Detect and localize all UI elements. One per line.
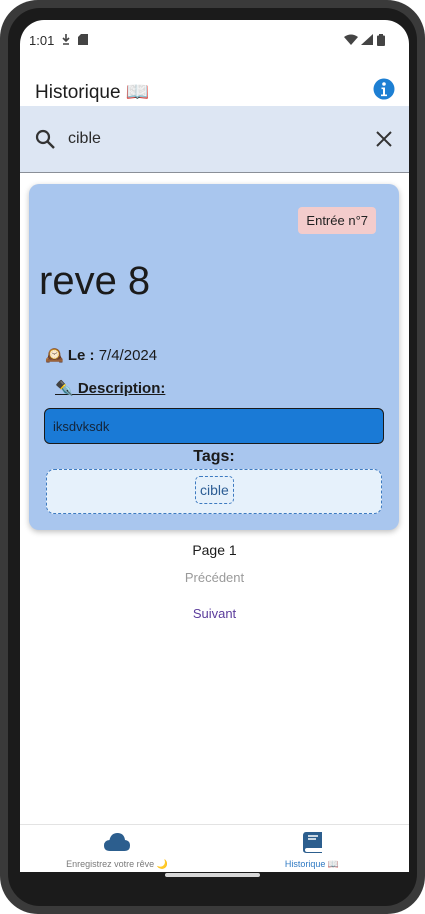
phone-bezel: 1:01 Historique 📖 cible Entrée n°7 reve …	[8, 8, 417, 906]
nav-tab-history[interactable]: Historique 📖	[215, 825, 409, 872]
nav-label-history: Historique 📖	[284, 859, 340, 869]
page-indicator: Page 1	[192, 542, 237, 558]
date-value: 7/4/2024	[98, 347, 158, 364]
tags-label: Tags:	[193, 448, 235, 465]
tag-chip[interactable]: cible	[195, 476, 234, 504]
page-title: Historique 📖	[35, 82, 150, 103]
date-row: 🕰️ Le : 7/4/2024	[45, 346, 157, 364]
wifi-icon	[344, 34, 358, 45]
tags-container: cible	[46, 469, 382, 514]
search-bar	[20, 106, 409, 173]
status-time: 1:01	[29, 33, 55, 48]
clock-icon: 🕰️	[45, 347, 64, 364]
download-icon	[62, 34, 70, 45]
next-button[interactable]: Suivant	[20, 606, 409, 621]
home-indicator[interactable]	[165, 873, 260, 877]
search-icon	[35, 129, 55, 149]
phone-frame: 1:01 Historique 📖 cible Entrée n°7 reve …	[0, 0, 425, 914]
dream-entry-card[interactable]: Entrée n°7 reve 8 🕰️ Le : 7/4/2024 ✒️ De…	[29, 184, 399, 530]
book-icon	[303, 832, 322, 853]
search-input[interactable]	[68, 126, 358, 152]
info-icon[interactable]	[373, 78, 395, 100]
cloud-icon	[104, 833, 130, 851]
bottom-navigation: Enregistrez votre rêve 🌙 Historique 📖	[20, 824, 409, 872]
description-text: iksdvksdk	[53, 419, 110, 434]
dream-title: reve 8	[39, 259, 151, 303]
battery-icon	[377, 34, 385, 46]
description-box: iksdvksdk	[44, 408, 384, 444]
nav-tab-record-dream[interactable]: Enregistrez votre rêve 🌙	[20, 825, 214, 872]
signal-icon	[361, 34, 373, 45]
date-label: Le :	[67, 347, 95, 364]
previous-button[interactable]: Précédent	[20, 570, 409, 585]
status-bar: 1:01	[20, 20, 409, 56]
description-label: ✒️ Description:	[55, 380, 166, 397]
entry-number-badge: Entrée n°7	[298, 207, 376, 234]
nav-label-record-dream: Enregistrez votre rêve 🌙	[66, 859, 168, 869]
sim-card-icon	[78, 34, 88, 45]
close-icon[interactable]	[373, 128, 395, 150]
app-screen: 1:01 Historique 📖 cible Entrée n°7 reve …	[20, 20, 409, 872]
